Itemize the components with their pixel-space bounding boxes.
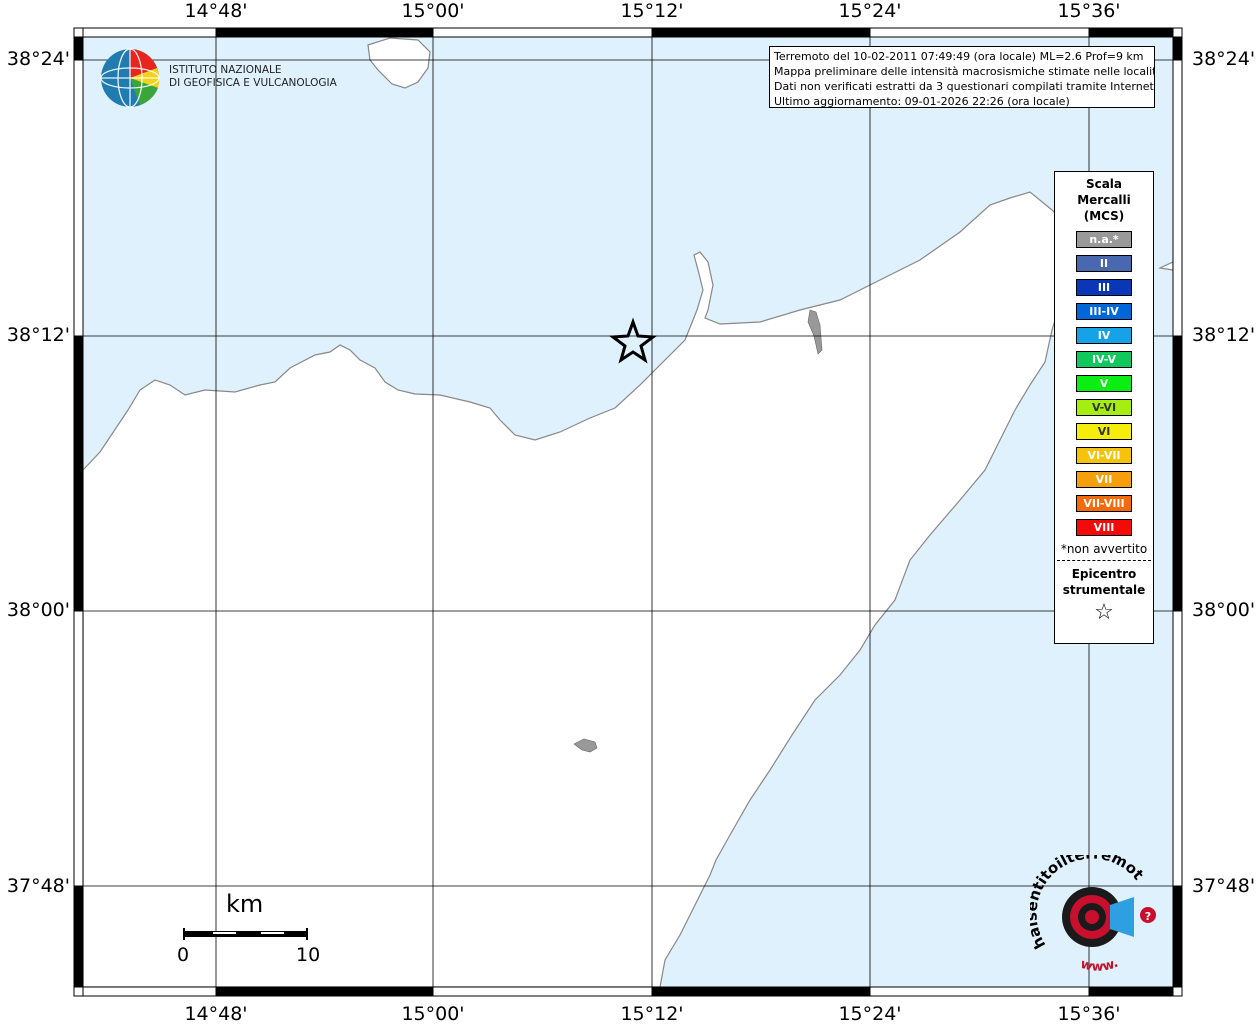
epicenter-legend-title: Epicentro strumentale [1055, 566, 1153, 598]
info-line-1: Terremoto del 10-02-2011 07:49:49 (ora l… [774, 50, 1144, 63]
legend-title-line1: Scala [1085, 177, 1123, 191]
frame-segment [432, 27, 653, 38]
scale-end: 10 [296, 944, 321, 966]
legend-swatch: III-IV [1076, 303, 1132, 320]
lat-label-left-4: 37°48' [6, 875, 70, 897]
lon-label-bottom-3: 15°12' [620, 1003, 684, 1025]
legend-swatch: V-VI [1076, 399, 1132, 416]
info-line-3: Dati non verificati estratti da 3 questi… [774, 80, 1155, 93]
ingv-logo-text: ISTITUTO NAZIONALE DI GEOFISICA E VULCAN… [169, 64, 337, 90]
question-mark-icon: ? [1145, 910, 1151, 923]
frame-segment [1172, 36, 1183, 61]
lon-label-top-2: 15°00' [401, 0, 465, 22]
legend-title-line2: Mercalli [1077, 193, 1131, 207]
legend-swatch: IV [1076, 327, 1132, 344]
lon-label-bottom-4: 15°24' [838, 1003, 902, 1025]
epicenter-title-line2: strumentale [1062, 583, 1146, 597]
frame-segment [82, 986, 217, 997]
lat-label-right-2: 38°12' [1192, 324, 1256, 346]
lon-label-top-5: 15°36' [1057, 0, 1121, 22]
lat-label-right-1: 38°24' [1192, 48, 1256, 70]
frame-corner [73, 986, 84, 997]
lat-label-right-4: 37°48' [1192, 875, 1256, 897]
frame-segment [651, 986, 871, 997]
legend-swatch: VI-VII [1076, 447, 1132, 464]
lat-label-right-3: 38°00' [1192, 599, 1256, 621]
frame-corner [1172, 27, 1183, 38]
lon-label-top-3: 15°12' [620, 0, 684, 22]
frame-segment [82, 27, 217, 38]
epicenter-title-line1: Epicentro [1071, 567, 1137, 581]
frame-segment [73, 335, 84, 612]
frame-segment [869, 986, 1090, 997]
info-line-4: Ultimo aggiornamento: 09-01-2026 22:26 (… [774, 95, 1070, 108]
lon-label-bottom-5: 15°36' [1057, 1003, 1121, 1025]
legend-separator [1057, 560, 1151, 561]
lon-label-bottom-1: 14°48' [184, 1003, 248, 1025]
info-line-2: Mappa preliminare delle intensità macros… [774, 65, 1155, 78]
legend-title-line3: (MCS) [1083, 209, 1125, 223]
scale-start: 0 [177, 944, 190, 966]
frame-segment [73, 610, 84, 887]
frame-segment [215, 986, 434, 997]
legend-title: Scala Mercalli (MCS) [1055, 176, 1153, 224]
svg-text:www.: www. [1079, 956, 1121, 975]
epicenter-legend-star-icon: ☆ [1094, 600, 1114, 625]
frame-segment [1088, 986, 1174, 997]
legend-swatch: VII-VIII [1076, 495, 1132, 512]
legend-swatch: VIII [1076, 519, 1132, 536]
lon-label-bottom-2: 15°00' [401, 1003, 465, 1025]
legend-swatch: III [1076, 279, 1132, 296]
event-info-box: Terremoto del 10-02-2011 07:49:49 (ora l… [769, 46, 1155, 108]
frame-segment [869, 27, 1090, 38]
frame-segment [215, 27, 434, 38]
lat-label-left-1: 38°24' [6, 48, 70, 70]
frame-segment [1172, 59, 1183, 337]
legend-swatches: n.a.* II III III-IV IV IV-V V V-VI VI VI-VII VII VI… [1055, 231, 1153, 536]
mcs-legend: Scala Mercalli (MCS) n.a.* II III III-IV IV I… [1054, 171, 1154, 644]
frame-segment [1172, 335, 1183, 612]
legend-note: *non avvertito [1060, 542, 1148, 556]
lon-label-top-4: 15°24' [838, 0, 902, 22]
frame-segment [1172, 885, 1183, 988]
lat-label-left-2: 38°12' [6, 324, 70, 346]
lon-label-top-1: 14°48' [184, 0, 248, 22]
frame-segment [432, 986, 653, 997]
frame-segment [73, 885, 84, 988]
frame-corner [73, 27, 84, 38]
frame-segment [651, 27, 871, 38]
legend-swatch: V [1076, 375, 1132, 392]
lat-label-left-3: 38°00' [6, 599, 70, 621]
scale-bar-graphic [183, 928, 308, 940]
ingv-line1: ISTITUTO NAZIONALE [169, 64, 282, 76]
frame-segment [73, 36, 84, 61]
scale-bar: km 0 10 [177, 890, 321, 970]
legend-swatch: IV-V [1076, 351, 1132, 368]
legend-swatch: n.a.* [1076, 231, 1132, 248]
frame-segment [73, 59, 84, 337]
legend-swatch: VI [1076, 423, 1132, 440]
ingv-line2: DI GEOFISICA E VULCANOLOGIA [169, 77, 337, 89]
frame-corner [1172, 986, 1183, 997]
legend-swatch: VII [1076, 471, 1132, 488]
legend-swatch: II [1076, 255, 1132, 272]
ingv-globe-logo [100, 48, 160, 108]
scale-unit: km [226, 890, 264, 918]
haisentito-bottom-text: www. [1079, 956, 1121, 975]
frame-segment [1172, 610, 1183, 887]
haisentito-logo: haisentitoilterremoto.it www. ? [1030, 855, 1156, 975]
frame-segment [1088, 27, 1174, 38]
